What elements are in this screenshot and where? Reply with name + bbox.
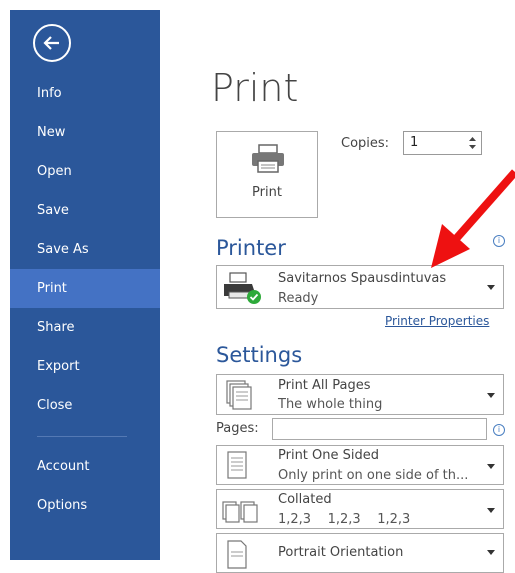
print-button[interactable]: Print xyxy=(216,131,318,218)
chevron-down-icon xyxy=(487,464,495,469)
printer-ready-icon xyxy=(224,272,261,304)
nav-print[interactable]: Print xyxy=(10,269,160,308)
nav-new[interactable]: New xyxy=(10,113,160,152)
pages-stack-icon xyxy=(226,380,252,410)
page-title: Print xyxy=(211,66,299,110)
one-sided-page-icon xyxy=(227,451,247,479)
collated-pages-icon xyxy=(222,501,258,523)
printer-dropdown[interactable]: Savitarnos Spausdintuvas Ready xyxy=(216,265,504,309)
printer-name: Savitarnos Spausdintuvas xyxy=(278,271,447,286)
spinner-arrows-icon[interactable] xyxy=(467,134,478,152)
collation-title: Collated xyxy=(278,492,332,507)
pages-info-icon[interactable]: i xyxy=(493,424,505,436)
printer-properties-link[interactable]: Printer Properties xyxy=(385,314,489,328)
printer-icon xyxy=(252,144,284,173)
print-range-title: Print All Pages xyxy=(278,378,371,393)
collation-dropdown[interactable]: Collated 1,2,3 1,2,3 1,2,3 xyxy=(216,489,504,529)
sides-desc: Only print on one side of th... xyxy=(278,468,469,483)
orientation-title: Portrait Orientation xyxy=(278,545,404,560)
printer-heading: Printer xyxy=(216,236,286,260)
pages-input[interactable] xyxy=(272,418,487,440)
nav-info[interactable]: Info xyxy=(10,74,160,113)
chevron-down-icon xyxy=(487,508,495,513)
sides-dropdown[interactable]: Print One Sided Only print on one side o… xyxy=(216,445,504,485)
settings-heading: Settings xyxy=(216,343,303,367)
nav-save-as[interactable]: Save As xyxy=(10,230,160,269)
back-button[interactable] xyxy=(33,24,71,62)
orientation-dropdown[interactable]: Portrait Orientation xyxy=(216,533,504,573)
nav-options[interactable]: Options xyxy=(10,486,160,525)
nav-close[interactable]: Close xyxy=(10,386,160,425)
nav-divider xyxy=(37,436,127,437)
chevron-down-icon xyxy=(487,393,495,398)
print-pane: Print Print Copies: 1 Printer i Savitarn… xyxy=(160,10,515,573)
nav-open[interactable]: Open xyxy=(10,152,160,191)
chevron-down-icon xyxy=(487,285,495,290)
nav-account[interactable]: Account xyxy=(10,447,160,486)
printer-status: Ready xyxy=(278,291,319,306)
back-arrow-icon xyxy=(43,36,59,50)
copies-label: Copies: xyxy=(341,136,390,151)
print-range-dropdown[interactable]: Print All Pages The whole thing xyxy=(216,374,504,415)
print-button-label: Print xyxy=(252,185,282,200)
print-range-desc: The whole thing xyxy=(278,397,383,412)
pages-label: Pages: xyxy=(216,421,259,436)
portrait-page-icon xyxy=(227,540,247,569)
nav-export[interactable]: Export xyxy=(10,347,160,386)
printer-info-icon[interactable]: i xyxy=(493,235,505,247)
copies-spinner[interactable]: 1 xyxy=(403,131,482,155)
copies-value[interactable]: 1 xyxy=(410,135,418,150)
backstage-sidebar: Info New Open Save Save As Print Share E… xyxy=(10,10,160,560)
collation-desc: 1,2,3 1,2,3 1,2,3 xyxy=(278,512,411,527)
nav-save[interactable]: Save xyxy=(10,191,160,230)
chevron-down-icon xyxy=(487,550,495,555)
sides-title: Print One Sided xyxy=(278,448,380,463)
nav-share[interactable]: Share xyxy=(10,308,160,347)
